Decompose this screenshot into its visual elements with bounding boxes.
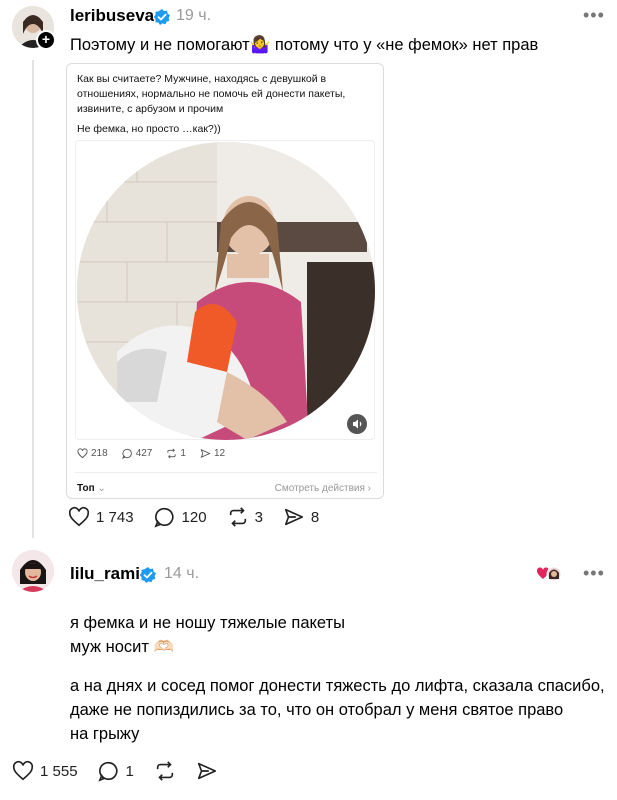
divider [75,472,377,473]
more-icon[interactable]: ••• [583,563,605,584]
heart-icon [12,760,34,781]
like-count: 1 743 [96,508,134,526]
embed-likes: 218 [77,448,108,459]
comment-button[interactable]: 1 [97,760,134,782]
post-text-line: муж носит 🫶🏻 [70,638,175,656]
verified-badge-icon [139,567,156,583]
post-actions: 1 743 120 3 8 [68,506,339,528]
embed-reposts: 1 [166,448,186,459]
share-button[interactable] [196,760,218,782]
quoted-screenshot[interactable]: Как вы считаете? Мужчине, находясь с дев… [66,63,384,499]
verified-badge-icon [153,9,170,25]
round-video[interactable] [77,142,375,440]
heart-icon [77,448,88,459]
embed-comments: 427 [121,448,152,459]
share-icon [284,508,303,526]
like-count: 1 555 [40,762,78,780]
view-activity-link[interactable]: Смотреть действия › [275,483,371,494]
post-text-line: на грыжу [70,725,140,743]
comment-icon [121,448,132,459]
embed-caption: Не фемка, но просто …как?)) [77,123,221,135]
embed-question: Как вы считаете? Мужчине, находясь с дев… [77,73,346,115]
heart-icon [68,506,90,527]
like-button[interactable]: 1 555 [12,760,78,782]
liked-by-author-icon [537,566,561,582]
post-text-line: я фемка и не ношу тяжелые пакеты [70,614,345,632]
embed-shares: 12 [200,448,225,459]
embed-stats: 218 427 1 12 [77,448,225,459]
share-count: 8 [310,508,320,526]
comment-button[interactable]: 120 [153,506,207,528]
comment-count: 1 [125,762,134,780]
username[interactable]: lilu_rami [70,564,140,584]
repost-count: 3 [254,508,263,526]
post-text-line: даже не попиздились за то, что он отобра… [70,701,564,719]
repost-icon [156,761,174,781]
comment-count: 120 [181,508,207,526]
thread-line [32,60,34,538]
more-icon[interactable]: ••• [583,5,605,26]
share-icon [197,762,216,780]
post-text-line: а на днях и сосед помог донести тяжесть … [70,677,605,695]
post-text: Поэтому и не помогают🤷‍♀️ потому что у «… [70,36,539,54]
sort-dropdown[interactable]: Топ ⌄ [77,483,106,494]
comment-icon [97,761,118,782]
post-time: 14 ч. [164,565,200,582]
repost-button[interactable]: 3 [227,506,263,528]
post-actions: 1 555 1 [12,760,238,782]
share-icon [200,448,211,459]
like-button[interactable]: 1 743 [68,506,134,528]
follow-button[interactable]: + [36,30,56,50]
post-time: 19 ч. [176,7,212,24]
repost-icon [229,507,246,527]
repost-button[interactable] [154,760,176,782]
username[interactable]: leribuseva [70,6,154,26]
sound-icon[interactable] [347,414,367,434]
share-button[interactable]: 8 [283,506,319,528]
avatar[interactable] [12,550,54,592]
repost-icon [167,448,176,459]
comment-icon [153,507,174,528]
